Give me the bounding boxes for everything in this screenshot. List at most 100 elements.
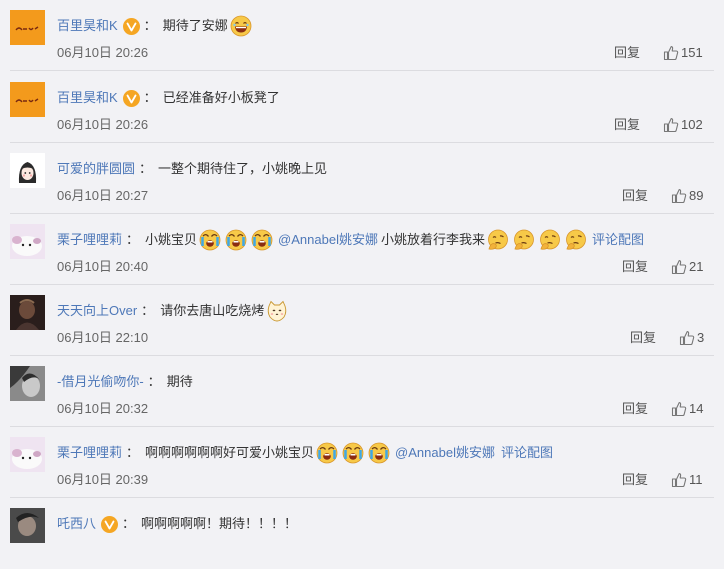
verified-badge-icon <box>101 516 118 533</box>
comment-image-link[interactable]: 评论配图 <box>592 229 644 251</box>
username-link[interactable]: 栗子哩哩莉 <box>57 229 122 251</box>
thumbs-up-icon <box>663 117 679 133</box>
comment-line: 吒西八 ： 啊啊啊啊啊！期待！！！！ <box>57 513 710 535</box>
comment-timestamp: 06月10日 20:39 <box>57 472 149 487</box>
verified-badge-icon <box>123 18 140 35</box>
separator: ： <box>141 303 155 318</box>
username-link[interactable]: 栗子哩哩莉 <box>57 442 122 464</box>
crying-emoji-icon <box>199 229 221 251</box>
avatar-puppy-image <box>10 437 45 472</box>
reply-button[interactable]: 回复 <box>622 258 648 276</box>
crying-emoji-icon <box>251 229 273 251</box>
avatar[interactable] <box>10 153 45 188</box>
thinking-emoji-icon <box>487 229 509 251</box>
comment-text: 已经准备好小板凳了 <box>162 90 280 105</box>
separator: ： <box>122 516 136 531</box>
avatar-grayscale-image <box>10 366 45 401</box>
avatar-dark-image <box>10 295 45 330</box>
like-count: 14 <box>689 401 704 416</box>
like-count: 151 <box>681 45 703 60</box>
like-count: 89 <box>689 188 704 203</box>
comment-image-link[interactable]: 评论配图 <box>501 442 553 464</box>
thinking-emoji-icon <box>513 229 535 251</box>
like-button[interactable]: 14 <box>671 400 703 418</box>
like-button[interactable]: 89 <box>671 187 703 205</box>
username-link[interactable]: 可爱的胖圆圆 <box>57 158 135 180</box>
like-count: 3 <box>697 330 705 345</box>
reply-button[interactable]: 回复 <box>622 471 648 489</box>
comment-line: -借月光偷吻你- ： 期待 <box>57 371 710 393</box>
thumbs-up-icon <box>663 45 679 61</box>
comment-line: 百里昊和K ： 期待了安娜 <box>57 15 710 37</box>
like-count: 102 <box>681 117 703 132</box>
comment-text-part: 小姚宝贝 <box>145 232 198 247</box>
comment-line: 天天向上Over ： 请你去唐山吃烧烤 <box>57 300 710 322</box>
username-link[interactable]: 百里昊和K <box>57 87 118 109</box>
avatar[interactable] <box>10 10 45 45</box>
avatar-puppy-image <box>10 224 45 259</box>
mention-link[interactable]: @Annabel姚安娜 <box>395 442 495 464</box>
separator: ： <box>143 90 157 105</box>
like-count: 11 <box>689 472 703 487</box>
comment-item: 吒西八 ： 啊啊啊啊啊！期待！！！！ <box>0 498 724 569</box>
username-link[interactable]: 百里昊和K <box>57 15 118 37</box>
reply-button[interactable]: 回复 <box>622 400 648 418</box>
reply-button[interactable]: 回复 <box>614 44 640 62</box>
comment-item: 栗子哩哩莉 ： 小姚宝贝 @Annabel姚安娜 小姚放着行李我来 评论配图 0… <box>0 214 724 285</box>
comment-item: 百里昊和K ： 期待了安娜 06月10日 20:26 回复 151 <box>0 0 724 71</box>
verified-badge-icon <box>123 90 140 107</box>
comment-timestamp: 06月10日 20:27 <box>57 188 149 203</box>
username-link[interactable]: 吒西八 <box>57 513 96 535</box>
cat-emoji-icon <box>266 300 288 322</box>
thumbs-up-icon <box>679 330 695 346</box>
separator: ： <box>143 18 157 33</box>
reply-button[interactable]: 回复 <box>614 116 640 134</box>
comment-item: 天天向上Over ： 请你去唐山吃烧烤 06月10日 22:10 回复 3 <box>0 285 724 356</box>
comment-timestamp: 06月10日 20:26 <box>57 45 149 60</box>
avatar[interactable] <box>10 82 45 117</box>
thumbs-up-icon <box>671 188 687 204</box>
comment-text: 期待 <box>166 374 193 389</box>
thumbs-up-icon <box>671 259 687 275</box>
comment-timestamp: 06月10日 20:26 <box>57 117 149 132</box>
like-count: 21 <box>689 259 704 274</box>
crying-emoji-icon <box>316 442 338 464</box>
username-link[interactable]: -借月光偷吻你- <box>57 371 144 393</box>
avatar[interactable] <box>10 224 45 259</box>
thumbs-up-icon <box>671 472 687 488</box>
avatar-girl-image <box>10 153 45 188</box>
crying-emoji-icon <box>225 229 247 251</box>
like-button[interactable]: 151 <box>663 44 703 62</box>
crying-emoji-icon <box>368 442 390 464</box>
mention-link[interactable]: @Annabel姚安娜 <box>278 229 378 251</box>
comment-item: 栗子哩哩莉 ： 啊啊啊啊啊啊好可爱小姚宝贝 @Annabel姚安娜 评论配图 0… <box>0 427 724 498</box>
avatar[interactable] <box>10 366 45 401</box>
comment-text: 期待了安娜 <box>162 18 228 33</box>
comment-text: 请你去唐山吃烧烤 <box>160 303 265 318</box>
reply-button[interactable]: 回复 <box>630 329 656 347</box>
like-button[interactable]: 11 <box>671 471 703 489</box>
thinking-emoji-icon <box>565 229 587 251</box>
avatar-photo-image <box>10 508 45 543</box>
comment-text: 一整个期待住了，小姚晚上见 <box>158 161 328 176</box>
avatar[interactable] <box>10 295 45 330</box>
comment-text: 啊啊啊啊啊啊好可爱小姚宝贝 <box>145 445 315 460</box>
avatar-logo-image <box>10 82 45 117</box>
avatar[interactable] <box>10 508 45 543</box>
like-button[interactable]: 21 <box>671 258 703 276</box>
thinking-emoji-icon <box>539 229 561 251</box>
like-button[interactable]: 3 <box>679 329 704 347</box>
username-link[interactable]: 天天向上Over <box>57 300 137 322</box>
separator: ： <box>139 161 153 176</box>
separator: ： <box>126 445 140 460</box>
comment-line: 栗子哩哩莉 ： 啊啊啊啊啊啊好可爱小姚宝贝 @Annabel姚安娜 评论配图 <box>57 442 710 464</box>
comment-item: 百里昊和K ： 已经准备好小板凳了 06月10日 20:26 回复 102 <box>0 72 724 143</box>
comment-text-part: 小姚放着行李我来 <box>380 232 485 247</box>
laughing-emoji-icon <box>230 15 252 37</box>
crying-emoji-icon <box>342 442 364 464</box>
separator: ： <box>126 232 140 247</box>
like-button[interactable]: 102 <box>663 116 703 134</box>
separator: ： <box>147 374 161 389</box>
reply-button[interactable]: 回复 <box>622 187 648 205</box>
avatar[interactable] <box>10 437 45 472</box>
